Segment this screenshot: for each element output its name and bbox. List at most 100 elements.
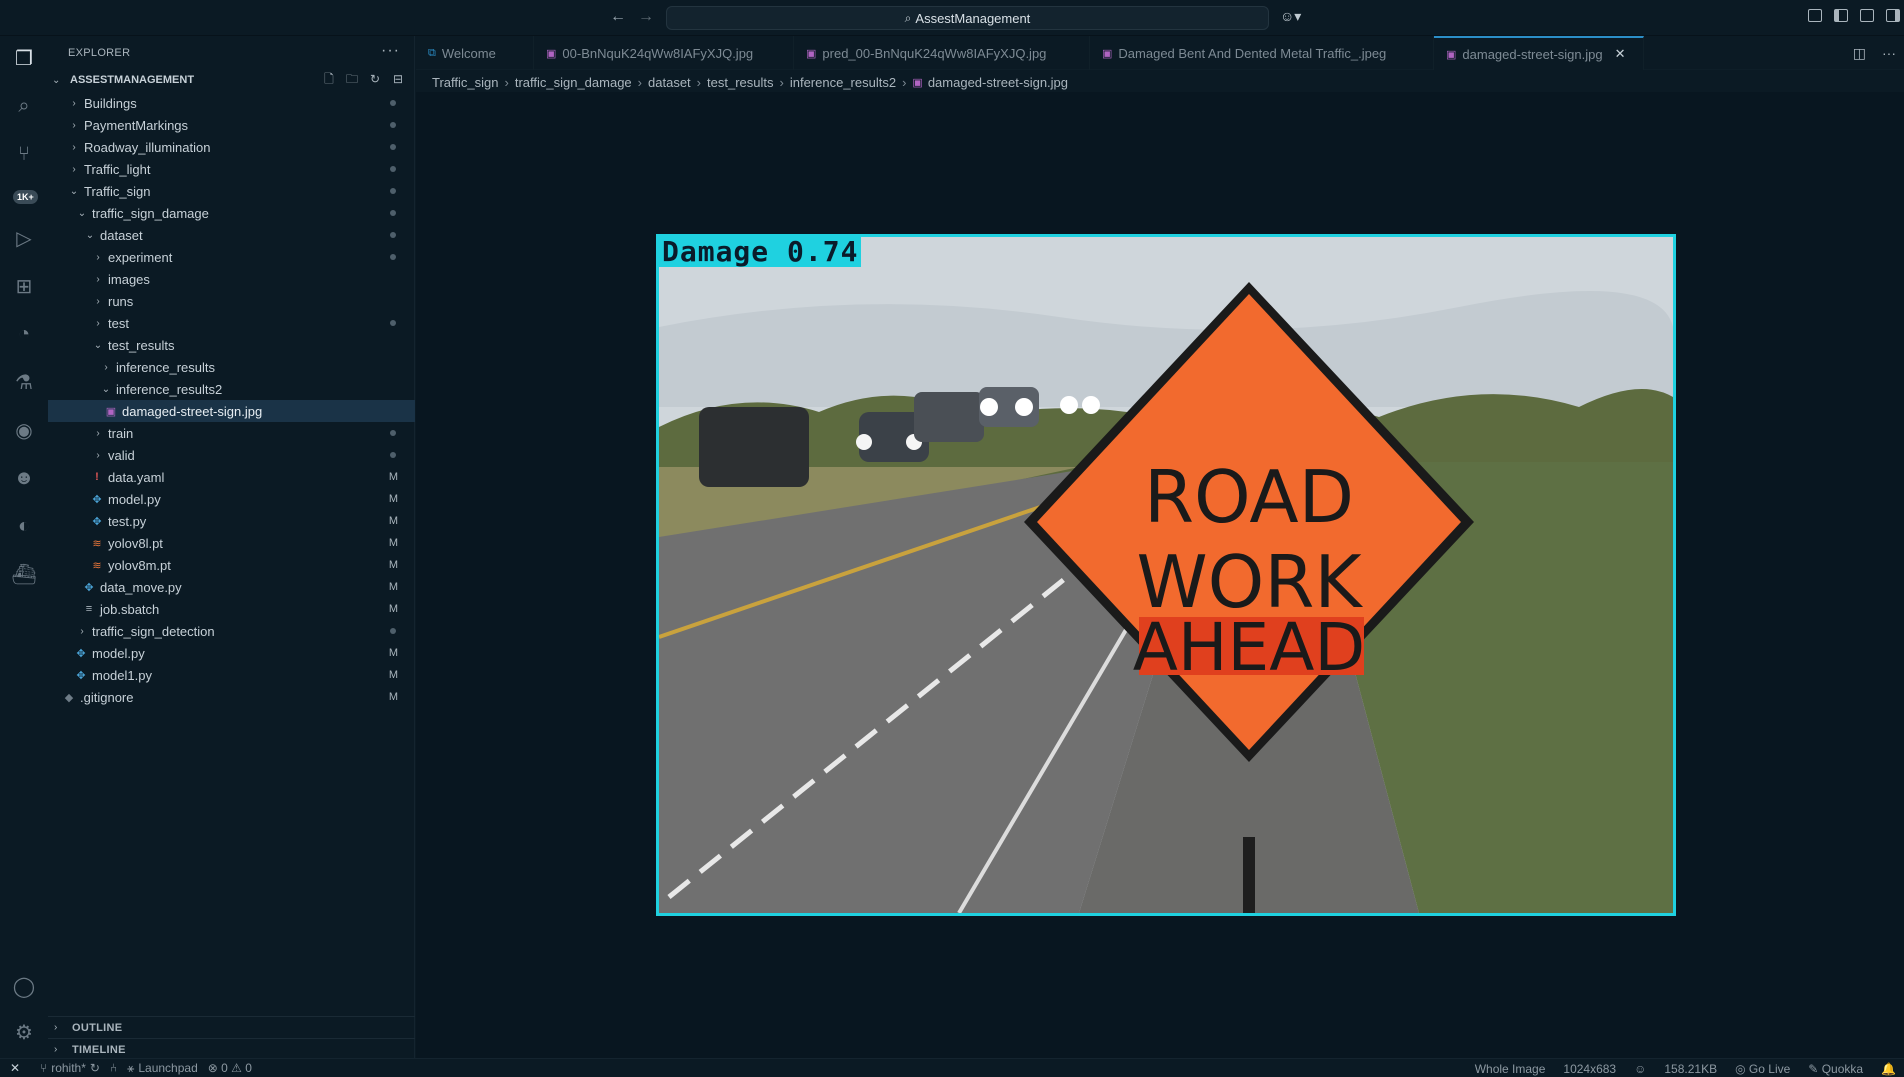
breadcrumb-item[interactable]: dataset bbox=[648, 75, 691, 90]
workspace-root[interactable]: ⌄ ASSESTMANAGEMENT 🗋 🗀 ↻ ⊟ bbox=[48, 70, 415, 90]
git-lens-status[interactable]: ⑃ bbox=[110, 1061, 117, 1075]
tree-item-model-py[interactable]: ✥ model.py M bbox=[48, 488, 415, 510]
tree-item-traffic-light[interactable]: › Traffic_light bbox=[48, 158, 415, 180]
new-file-icon[interactable]: 🗋 bbox=[322, 72, 336, 86]
toggle-secondary-sidebar-icon[interactable] bbox=[1886, 9, 1900, 22]
refresh-icon[interactable]: ↻ bbox=[368, 72, 382, 86]
quokka-icon: ✎ bbox=[1808, 1061, 1819, 1076]
timeline-section[interactable]: › TIMELINE bbox=[48, 1038, 415, 1060]
command-center-search[interactable]: ⌕ AssestManagement bbox=[666, 6, 1269, 30]
tree-item-data-move-py[interactable]: ✥ data_move.py M bbox=[48, 576, 415, 598]
go-live-button[interactable]: ◎ Go Live bbox=[1735, 1062, 1790, 1076]
tree-item-paymentmarkings[interactable]: › PaymentMarkings bbox=[48, 114, 415, 136]
tree-item-label: runs bbox=[108, 293, 134, 309]
tree-item-data-yaml[interactable]: ! data.yaml M bbox=[48, 466, 415, 488]
python-file-icon: ✥ bbox=[92, 515, 102, 528]
forward-arrow-icon[interactable]: → bbox=[638, 8, 654, 26]
tab-label: damaged-street-sign.jpg bbox=[1462, 46, 1603, 62]
tree-item-yolov8m-pt[interactable]: ≋ yolov8m.pt M bbox=[48, 554, 415, 576]
toggle-panel-icon[interactable] bbox=[1860, 9, 1874, 22]
account-icon[interactable]: ◯ bbox=[12, 974, 36, 998]
tree-item-images[interactable]: › images bbox=[48, 268, 415, 290]
tree-item-gitignore[interactable]: ◆ .gitignore M bbox=[48, 686, 415, 708]
git-graph-icon[interactable]: ◔ bbox=[12, 322, 36, 346]
tree-item-train[interactable]: › train bbox=[48, 422, 415, 444]
tree-item-inference-results2[interactable]: ⌄ inference_results2 bbox=[48, 378, 415, 400]
tree-item-valid[interactable]: › valid bbox=[48, 444, 415, 466]
launchpad-status[interactable]: ⚹ Launchpad bbox=[127, 1061, 198, 1076]
tree-item-buildings[interactable]: › Buildings bbox=[48, 92, 415, 114]
testing-icon[interactable]: ⚗ bbox=[12, 370, 36, 394]
breadcrumb: Traffic_sign › traffic_sign_damage › dat… bbox=[432, 72, 1068, 92]
docker-icon[interactable]: ⛴ bbox=[11, 562, 36, 586]
toggle-primary-sidebar-icon[interactable] bbox=[1834, 9, 1848, 22]
breadcrumb-item[interactable]: damaged-street-sign.jpg bbox=[928, 75, 1068, 90]
notifications-icon[interactable]: 🔔 bbox=[1881, 1062, 1896, 1076]
tree-item-model1-py[interactable]: ✥ model1.py M bbox=[48, 664, 415, 686]
tree-item-test-results[interactable]: ⌄ test_results bbox=[48, 334, 415, 356]
run-debug-icon[interactable]: ▷ bbox=[12, 226, 36, 250]
rocket-icon: ⚹ bbox=[127, 1060, 135, 1075]
tree-item-model-py-root[interactable]: ✥ model.py M bbox=[48, 642, 415, 664]
tab-label: 00-BnNquK24qWw8IAFyXJQ.jpg bbox=[562, 45, 754, 61]
new-folder-icon[interactable]: 🗀 bbox=[345, 72, 359, 86]
tree-item-yolov8l-pt[interactable]: ≋ yolov8l.pt M bbox=[48, 532, 415, 554]
edge-devtools-icon[interactable]: ◐ bbox=[12, 514, 36, 538]
tree-item-dataset[interactable]: ⌄ dataset bbox=[48, 224, 415, 246]
split-editor-icon[interactable]: ◫ bbox=[1853, 45, 1866, 62]
breadcrumb-item[interactable]: Traffic_sign bbox=[432, 75, 498, 90]
source-control-icon[interactable]: ⑂ bbox=[12, 142, 36, 166]
explorer-icon[interactable]: ❐ bbox=[12, 46, 36, 70]
chevron-right-icon: › bbox=[72, 163, 76, 175]
git-status-modified: M bbox=[388, 559, 398, 571]
tree-item-damaged-street-sign[interactable]: ▣ damaged-street-sign.jpg bbox=[48, 400, 415, 422]
go-live-label: Go Live bbox=[1748, 1061, 1791, 1076]
close-icon[interactable]: ✕ bbox=[1615, 46, 1626, 62]
tree-item-experiment[interactable]: › experiment bbox=[48, 246, 415, 268]
tab-damaged-street-sign[interactable]: ▣ damaged-street-sign.jpg ✕ bbox=[1434, 36, 1644, 70]
quokka-button[interactable]: ✎ Quokka bbox=[1808, 1062, 1863, 1076]
tree-item-traffic-sign[interactable]: ⌄ Traffic_sign bbox=[48, 180, 415, 202]
tree-item-job-sbatch[interactable]: ≡ job.sbatch M bbox=[48, 598, 415, 620]
chevron-right-icon: › bbox=[96, 427, 100, 439]
car-suv bbox=[699, 407, 809, 487]
more-actions-icon[interactable]: ··· bbox=[1882, 45, 1896, 62]
copilot-status-icon[interactable]: ☺ bbox=[1634, 1062, 1646, 1076]
outline-section[interactable]: › OUTLINE bbox=[48, 1016, 415, 1038]
tab-welcome[interactable]: ⧉ Welcome bbox=[416, 36, 534, 70]
tree-item-roadway-illumination[interactable]: › Roadway_illumination bbox=[48, 136, 415, 158]
copilot-icon[interactable]: ☺▾ bbox=[1280, 8, 1301, 25]
command-center-label: AssestManagement bbox=[915, 10, 1031, 26]
problems-status[interactable]: ⊗ 0 ⚠ 0 bbox=[208, 1061, 252, 1075]
python-file-icon: ✥ bbox=[76, 647, 86, 660]
image-file-icon: ▣ bbox=[105, 405, 117, 418]
tree-item-traffic-sign-detection[interactable]: › traffic_sign_detection bbox=[48, 620, 415, 642]
copilot-chat-icon[interactable]: ☻ bbox=[12, 466, 36, 490]
remote-explorer-icon[interactable]: ◉ bbox=[12, 418, 36, 442]
extensions-icon[interactable]: ⊞ bbox=[12, 274, 36, 298]
tree-item-traffic-sign-damage[interactable]: ⌄ traffic_sign_damage bbox=[48, 202, 415, 224]
breadcrumb-item[interactable]: test_results bbox=[707, 75, 773, 90]
tab-image-3[interactable]: ▣ Damaged Bent And Dented Metal Traffic_… bbox=[1090, 36, 1434, 70]
gear-icon[interactable]: ⚙ bbox=[12, 1020, 36, 1044]
remote-indicator-icon[interactable]: ✕ bbox=[0, 1059, 30, 1077]
breadcrumb-item[interactable]: inference_results2 bbox=[790, 75, 896, 90]
chevron-right-icon: › bbox=[72, 141, 76, 153]
tab-image-1[interactable]: ▣ 00-BnNquK24qWw8IAFyXJQ.jpg bbox=[534, 36, 794, 70]
branch-status[interactable]: ⑂ rohith* ↻ bbox=[40, 1061, 100, 1075]
back-arrow-icon[interactable]: ← bbox=[610, 8, 626, 26]
customize-layout-icon[interactable] bbox=[1808, 9, 1822, 22]
tree-item-inference-results[interactable]: › inference_results bbox=[48, 356, 415, 378]
tree-item-test-py[interactable]: ✥ test.py M bbox=[48, 510, 415, 532]
collapse-all-icon[interactable]: ⊟ bbox=[391, 72, 405, 86]
chevron-down-icon: ⌄ bbox=[52, 74, 61, 86]
headlight bbox=[1082, 396, 1100, 414]
detection-image[interactable]: ROAD WORK AHEAD Damage 0.74 bbox=[656, 234, 1676, 916]
breadcrumb-item[interactable]: traffic_sign_damage bbox=[515, 75, 632, 90]
tab-image-2[interactable]: ▣ pred_00-BnNquK24qWw8IAFyXJQ.jpg bbox=[794, 36, 1090, 70]
more-actions-icon[interactable]: ··· bbox=[381, 42, 400, 60]
whole-image-status[interactable]: Whole Image bbox=[1475, 1062, 1546, 1076]
search-icon[interactable]: ⌕ bbox=[12, 94, 36, 118]
tree-item-test[interactable]: › test bbox=[48, 312, 415, 334]
tree-item-runs[interactable]: › runs bbox=[48, 290, 415, 312]
